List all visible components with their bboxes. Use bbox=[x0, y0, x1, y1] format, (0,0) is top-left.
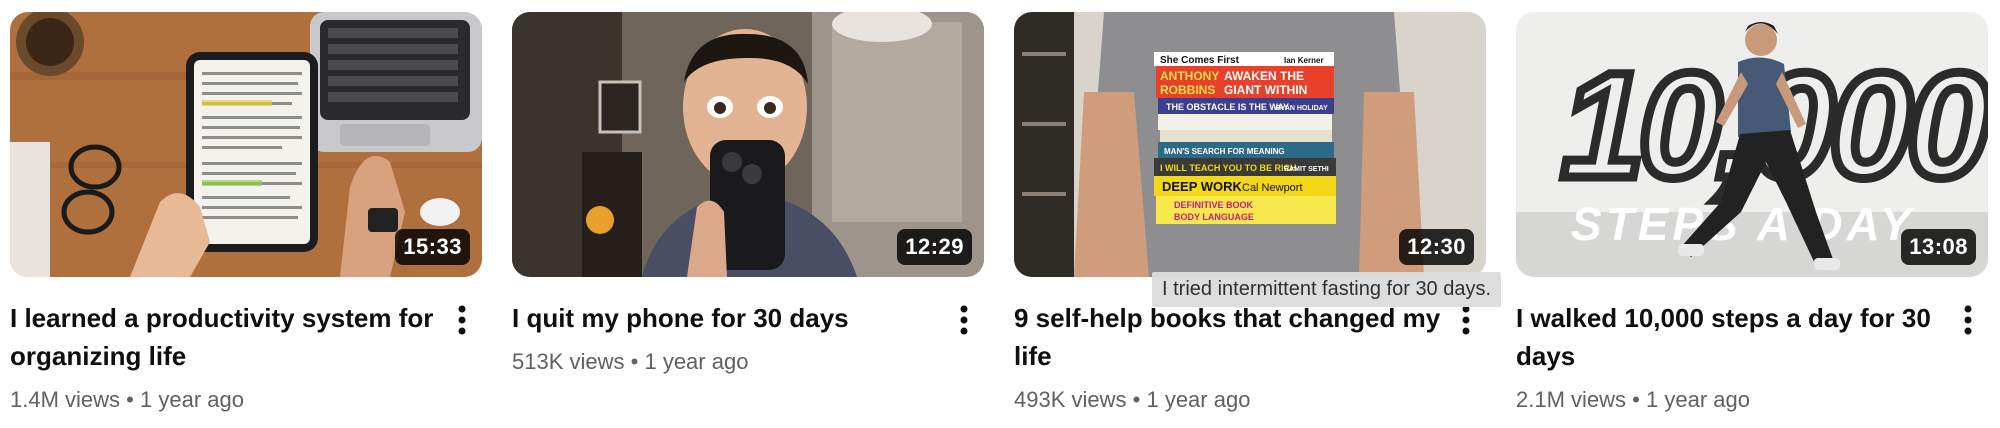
upload-age: 1 year ago bbox=[1146, 387, 1251, 412]
book-title: MAN'S SEARCH FOR MEANING bbox=[1164, 147, 1285, 156]
view-count: 1.4M views bbox=[10, 387, 121, 412]
view-count: 493K views bbox=[1014, 387, 1127, 412]
video-grid: 15:33 I learned a productivity system fo… bbox=[10, 12, 1988, 413]
more-vertical-icon bbox=[1462, 305, 1470, 335]
upload-age: 1 year ago bbox=[1646, 387, 1750, 412]
upload-age: 1 year ago bbox=[644, 349, 749, 374]
book-title: She Comes First bbox=[1160, 55, 1240, 66]
book-title: DEEP WORK bbox=[1162, 179, 1243, 194]
video-stats: 2.1M views • 1 year ago bbox=[1516, 387, 1948, 413]
video-stats: 493K views • 1 year ago bbox=[1014, 387, 1446, 413]
book-author: Cal Newport bbox=[1242, 182, 1303, 194]
stats-separator: • bbox=[1632, 387, 1640, 412]
book-author: Ian Kerner bbox=[1284, 56, 1324, 65]
video-thumbnail[interactable]: 12:29 bbox=[512, 12, 984, 277]
video-meta: I learned a productivity system for orga… bbox=[10, 299, 482, 413]
video-title[interactable]: I learned a productivity system for orga… bbox=[10, 299, 442, 375]
video-stats: 513K views • 1 year ago bbox=[512, 349, 944, 375]
video-duration-badge: 13:08 bbox=[1901, 229, 1976, 265]
video-thumbnail[interactable]: 15:33 bbox=[10, 12, 482, 277]
hover-tooltip: I tried intermittent fasting for 30 days… bbox=[1152, 272, 1502, 307]
book-title: I WILL TEACH YOU TO BE RICH bbox=[1160, 163, 1297, 173]
video-stats: 1.4M views • 1 year ago bbox=[10, 387, 442, 413]
stats-separator: • bbox=[126, 387, 134, 412]
more-vertical-icon bbox=[458, 305, 466, 335]
video-meta: I walked 10,000 steps a day for 30 days … bbox=[1516, 299, 1988, 413]
video-duration-badge: 12:29 bbox=[897, 229, 972, 265]
video-thumbnail[interactable]: 10,000 STEPS A DAY 13:08 bbox=[1516, 12, 1988, 277]
video-title[interactable]: 9 self-help books that changed my life bbox=[1014, 299, 1446, 375]
video-card[interactable]: 10,000 STEPS A DAY 13:08 I walked 10,000… bbox=[1516, 12, 1988, 413]
stats-separator: • bbox=[630, 349, 639, 374]
upload-age: 1 year ago bbox=[140, 387, 244, 412]
video-card[interactable]: 15:33 I learned a productivity system fo… bbox=[10, 12, 482, 413]
more-actions-button[interactable] bbox=[1446, 299, 1486, 413]
video-title[interactable]: I quit my phone for 30 days bbox=[512, 299, 944, 337]
video-meta: 9 self-help books that changed my life 4… bbox=[1014, 299, 1486, 413]
more-vertical-icon bbox=[1964, 305, 1972, 335]
book-author: ROBBINS bbox=[1160, 83, 1215, 97]
video-duration-badge: 15:33 bbox=[395, 229, 470, 265]
book-author: RYAN HOLIDAY bbox=[1276, 105, 1328, 112]
view-count: 513K views bbox=[512, 349, 625, 374]
more-actions-button[interactable] bbox=[442, 299, 482, 413]
stats-separator: • bbox=[1132, 387, 1141, 412]
book-author: RAMIT SETHI bbox=[1284, 166, 1329, 173]
video-card[interactable]: 12:29 I quit my phone for 30 days 513K v… bbox=[512, 12, 984, 413]
book-title: DEFINITIVE BOOK bbox=[1174, 200, 1254, 210]
book-title: AWAKEN THE bbox=[1224, 69, 1304, 83]
video-thumbnail[interactable]: She Comes First Ian Kerner ANTHONY ROBBI… bbox=[1014, 12, 1486, 277]
video-duration-badge: 12:30 bbox=[1399, 229, 1474, 265]
book-author: ANTHONY bbox=[1160, 69, 1219, 83]
book-title: BODY LANGUAGE bbox=[1174, 212, 1254, 222]
book-title: GIANT WITHIN bbox=[1224, 83, 1307, 97]
more-actions-button[interactable] bbox=[1948, 299, 1988, 413]
video-card[interactable]: She Comes First Ian Kerner ANTHONY ROBBI… bbox=[1014, 12, 1486, 413]
book-title: THE OBSTACLE IS THE WAY bbox=[1166, 102, 1289, 112]
view-count: 2.1M views bbox=[1516, 387, 1627, 412]
more-vertical-icon bbox=[960, 305, 968, 335]
video-meta: I quit my phone for 30 days 513K views •… bbox=[512, 299, 984, 375]
more-actions-button[interactable] bbox=[944, 299, 984, 375]
video-title[interactable]: I walked 10,000 steps a day for 30 days bbox=[1516, 299, 1948, 375]
